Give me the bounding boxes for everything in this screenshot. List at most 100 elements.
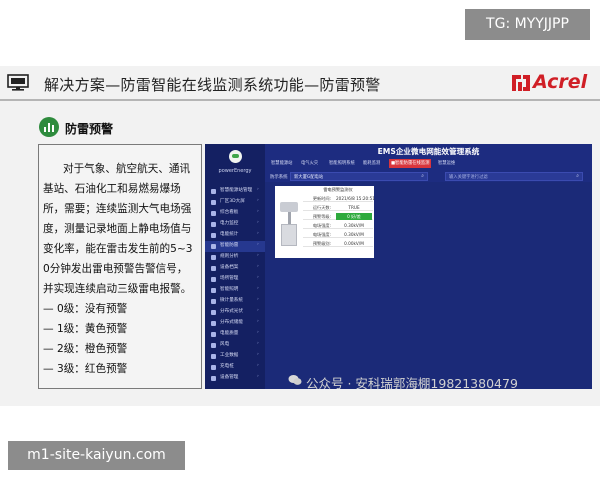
nav-tab[interactable]: 能耗监测 <box>361 159 382 168</box>
sidebar-item-label: 智慧能源站管理 <box>220 188 253 193</box>
slide-title: 解决方案—防雷智能在线监测系统功能—防雷预警 <box>44 76 381 94</box>
sidebar-item-label: 综合看板 <box>220 210 239 215</box>
site-select-value: 新大厦G配电站 <box>294 175 324 180</box>
filter-bar: 防示系统 新大厦G配电站 ⌕ 输入关键字进行过滤 ⌕ <box>265 170 592 184</box>
sidebar-item-icon <box>211 222 216 227</box>
device-card-key: 运行天数: <box>312 205 331 210</box>
slide-header: 解决方案—防雷智能在线监测系统功能—防雷预警 Acrel <box>0 66 600 101</box>
sidebar-item-label: 工业数据 <box>220 353 239 358</box>
chevron-right-icon: › <box>257 341 259 346</box>
search-icon[interactable]: ⌕ <box>421 173 424 179</box>
sidebar-item-icon <box>211 255 216 260</box>
warning-level-badge: 0 好/差 <box>336 213 372 220</box>
keyword-filter-placeholder: 输入关键字进行过滤 <box>449 175 488 180</box>
sidebar-item-label: 电能统计 <box>220 232 239 237</box>
sidebar-item[interactable]: 智能照明 › <box>205 285 265 296</box>
sidebar-item-icon <box>211 310 216 315</box>
lightning-sensor-image <box>278 202 301 248</box>
app-content: 雷电预警监测仪 更新时间: 2021/6/8 15:20:51 运行天数: TRUE 预… <box>265 186 592 389</box>
chevron-right-icon: › <box>257 264 259 269</box>
device-card-row: 运行天数: TRUE <box>303 204 373 211</box>
sidebar-item-icon <box>211 189 216 194</box>
sidebar-item-label: 电能质量 <box>220 331 239 336</box>
device-card-row: 预警级别: 0.00kV/M <box>303 240 373 247</box>
sidebar-item-icon <box>211 354 216 359</box>
nav-tab[interactable]: 电气火灾 <box>299 159 320 168</box>
sidebar-item-label: 智能防雷 <box>220 243 239 248</box>
sidebar-item-icon <box>211 244 216 249</box>
nav-tab[interactable]: ■智能防雷在线监测 <box>389 159 432 168</box>
chevron-right-icon: › <box>257 308 259 313</box>
sidebar-item[interactable]: 设备档案 › <box>205 263 265 274</box>
sidebar-item[interactable]: 电能统计 › <box>205 230 265 241</box>
sidebar-item-icon <box>211 277 216 282</box>
sidebar-item[interactable]: 设备管理 › <box>205 373 265 384</box>
device-card[interactable]: 雷电预警监测仪 更新时间: 2021/6/8 15:20:51 运行天数: TRUE 预… <box>275 186 375 258</box>
sidebar-item-label: 规则分析 <box>220 254 239 259</box>
sidebar-item-icon <box>211 376 216 381</box>
sidebar-item-icon <box>211 233 216 238</box>
keyword-filter-input[interactable]: 输入关键字进行过滤 ⌕ <box>445 172 583 181</box>
sidebar-item[interactable]: 微计量系统 › <box>205 296 265 307</box>
logo-text: powerEnergy <box>218 168 252 174</box>
chevron-right-icon: › <box>257 363 259 368</box>
sidebar-item[interactable]: 分布式光伏 › <box>205 307 265 318</box>
sidebar-item-label: 分布式光伏 <box>220 309 243 314</box>
slide: 解决方案—防雷智能在线监测系统功能—防雷预警 Acrel 防雷预警 对于气象、航… <box>0 66 600 406</box>
nav-tab[interactable]: 智慧运维 <box>436 159 457 168</box>
watermark-text: 公众号 · 安科瑞郭海棚19821380479 <box>306 376 518 391</box>
sidebar-item[interactable]: 工业数据 › <box>205 351 265 362</box>
sidebar-item[interactable]: 厂区3D大屏 › <box>205 197 265 208</box>
device-card-key: 预警级别: <box>312 241 331 246</box>
device-card-value: 0.30kV/M <box>344 232 364 237</box>
app-logo: powerEnergy <box>205 144 265 182</box>
bar-chart-icon <box>39 117 59 137</box>
sidebar-item[interactable]: 规则分析 › <box>205 252 265 263</box>
nav-tab[interactable]: 智能照明系统 <box>327 159 357 168</box>
warning-level-item: — 0级：没有预警 <box>43 303 128 315</box>
sidebar-item-label: 设备管理 <box>220 375 239 380</box>
description-paragraph: 对于气象、航空航天、通讯基站、石油化工和易燃易爆场所，需要；连续监测大气电场强度… <box>43 163 193 295</box>
warning-level-item: — 2级：橙色预警 <box>43 343 128 355</box>
sidebar-item[interactable]: 电能质量 › <box>205 329 265 340</box>
device-card-value: 2021/6/8 15:20:51 <box>336 196 375 201</box>
sidebar-item-label: 分布式储能 <box>220 320 243 325</box>
sidebar-item[interactable]: 风电 › <box>205 340 265 351</box>
sidebar-item-label: 场所管理 <box>220 276 239 281</box>
chevron-right-icon: › <box>257 242 259 247</box>
chevron-right-icon: › <box>257 198 259 203</box>
chevron-right-icon: › <box>257 253 259 258</box>
monitor-icon <box>7 74 29 91</box>
sidebar-item[interactable]: 分布式储能 › <box>205 318 265 329</box>
chevron-right-icon: › <box>257 231 259 236</box>
warning-level-list: — 0级：没有预警 — 1级：黄色预警 — 2级：橙色预警 — 3级：红色预警 <box>43 299 197 379</box>
sidebar-item-label: 微计量系统 <box>220 298 243 303</box>
sidebar-item[interactable]: 场所管理 › <box>205 274 265 285</box>
device-card-key: 预警等级: <box>312 214 331 219</box>
wechat-icon <box>288 375 302 385</box>
nav-tab[interactable]: 智慧能源站 <box>269 159 294 168</box>
chevron-right-icon: › <box>257 220 259 225</box>
device-card-key: 电场强度: <box>312 232 331 237</box>
sidebar-item[interactable]: 充电桩 › <box>205 362 265 373</box>
device-card-key: 更新时间: <box>312 196 331 201</box>
sidebar-item[interactable]: 电力监控 › <box>205 219 265 230</box>
sidebar-item-label: 电力监控 <box>220 221 239 226</box>
device-card-row: 电场强度: 0.30kV/M <box>303 231 373 238</box>
device-card-title: 雷电预警监测仪 <box>323 187 353 192</box>
acrel-mark-icon <box>512 75 530 91</box>
sidebar-item[interactable]: 智能防雷 › <box>205 241 265 252</box>
chevron-right-icon: › <box>257 286 259 291</box>
chevron-right-icon: › <box>257 275 259 280</box>
sidebar-item-icon <box>211 332 216 337</box>
sidebar-item[interactable]: 综合看板 › <box>205 208 265 219</box>
search-icon[interactable]: ⌕ <box>576 173 579 179</box>
chevron-right-icon: › <box>257 374 259 379</box>
sidebar-item-icon <box>211 343 216 348</box>
sidebar-item-icon <box>211 299 216 304</box>
device-card-row: 电场强度: 0.30kV/M <box>303 222 373 229</box>
sidebar-item-label: 风电 <box>220 342 230 347</box>
site-badge: m1-site-kaiyun.com <box>8 441 185 470</box>
site-select[interactable]: 新大厦G配电站 ⌕ <box>290 172 428 181</box>
sidebar-item[interactable]: 智慧能源站管理 › <box>205 186 265 197</box>
